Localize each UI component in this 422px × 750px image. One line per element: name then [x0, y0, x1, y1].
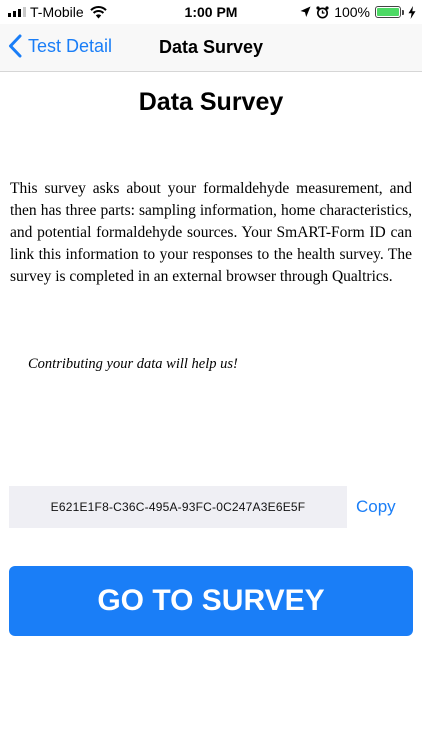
navigation-bar: Test Detail Data Survey [0, 24, 422, 72]
encourage-text: Contributing your data will help us! [28, 356, 238, 372]
alarm-icon [316, 5, 329, 18]
battery-fill [377, 8, 399, 16]
form-id-field[interactable]: E621E1F8-C36C-495A-93FC-0C247A3E6E5F [9, 486, 347, 528]
charging-icon [408, 5, 416, 19]
nav-title: Data Survey [158, 37, 264, 57]
battery-percent: 100% [334, 4, 370, 20]
go-to-survey-button[interactable]: GO TO SURVEY [9, 566, 413, 636]
copy-button[interactable]: Copy [356, 486, 396, 528]
form-id-row: E621E1F8-C36C-495A-93FC-0C247A3E6E5F Cop… [9, 486, 413, 528]
survey-description: This survey asks about your formaldehyde… [10, 180, 412, 285]
status-bar: T-Mobile 1:00 PM 100% [0, 0, 422, 24]
page-title: Data Survey [138, 88, 284, 116]
status-right: 100% [300, 4, 416, 20]
location-icon [300, 6, 311, 17]
battery-icon [375, 6, 404, 18]
